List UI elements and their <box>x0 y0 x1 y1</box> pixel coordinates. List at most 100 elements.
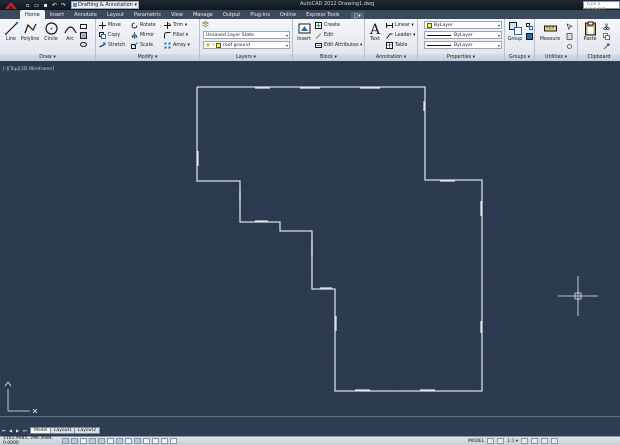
layer-properties-button[interactable] <box>202 20 209 29</box>
layout-tab-layout2[interactable]: Layout2 <box>74 427 101 434</box>
tab-plug-ins[interactable]: Plug-ins <box>245 10 275 19</box>
next-layout-icon[interactable]: ▶ <box>16 428 21 433</box>
trim-button[interactable]: Trim ▾ <box>164 21 187 30</box>
insert-block-button[interactable]: Insert <box>294 21 314 47</box>
leader-button[interactable]: Leader ▾ <box>386 31 415 40</box>
annotation-visibility-icon[interactable] <box>521 438 529 444</box>
hatch-button[interactable] <box>80 31 87 40</box>
id-point-button[interactable] <box>566 42 573 51</box>
paste-button[interactable]: Paste <box>580 21 600 47</box>
model-space-button[interactable]: MODEL <box>468 439 484 444</box>
dyn-toggle[interactable] <box>134 438 141 444</box>
clipboard-panel-title[interactable]: Clipboard <box>578 54 620 61</box>
tab-output[interactable]: Output <box>218 10 245 19</box>
group-button[interactable]: Group <box>505 21 525 47</box>
otrack-toggle[interactable] <box>116 438 123 444</box>
workspace-dropdown[interactable]: Drafting & Annotation ▾ <box>71 1 139 9</box>
linetype-dropdown[interactable]: ByLayer ▾ <box>424 31 502 39</box>
tab-parametric[interactable]: Parametric <box>129 10 166 19</box>
lock-icon[interactable] <box>541 438 549 444</box>
arc-button[interactable]: Arc <box>60 21 80 47</box>
groups-panel-title[interactable]: Groups ▾ <box>505 54 534 61</box>
layers-panel-title[interactable]: Layers ▾ <box>200 54 292 61</box>
edit-block-button[interactable]: Edit <box>315 31 333 40</box>
current-layer-dropdown[interactable]: ◉ ☀ roof ground ▾ <box>203 41 290 49</box>
ellipse-button[interactable] <box>80 40 87 49</box>
move-button[interactable]: Move <box>99 21 121 30</box>
layout-tab-model[interactable]: Model <box>30 427 52 434</box>
ducs-toggle[interactable] <box>125 438 132 444</box>
linear-dimension-button[interactable]: Linear ▾ <box>386 21 414 30</box>
quick-view-layouts-icon[interactable] <box>487 438 495 444</box>
fillet-button[interactable]: Fillet ▾ <box>164 31 188 40</box>
annotation-scale-dropdown[interactable]: 1:1 ▾ <box>507 439 518 444</box>
tab-view[interactable]: View <box>166 10 188 19</box>
text-button[interactable]: A Text <box>365 21 385 47</box>
scale-button[interactable]: Scale <box>131 41 153 50</box>
create-block-button[interactable]: Create <box>315 21 340 30</box>
tab-layout[interactable]: Layout <box>102 10 129 19</box>
stretch-button[interactable]: Stretch <box>99 41 125 50</box>
last-layout-icon[interactable]: ⏭ <box>23 428 28 433</box>
table-button[interactable]: Table <box>386 41 407 50</box>
tab-manage[interactable]: Manage <box>188 10 218 19</box>
mirror-button[interactable]: Mirror <box>131 31 154 40</box>
draw-panel-title[interactable]: Draw ▾ <box>0 54 95 61</box>
utilities-panel-title[interactable]: Utilities ▾ <box>535 54 577 61</box>
quick-select-button[interactable] <box>566 22 573 31</box>
edit-attributes-button[interactable]: Edit Attributes ▾ <box>315 41 362 50</box>
layer-state-dropdown[interactable]: Unsaved Layer State ▾ <box>203 31 290 39</box>
cursor-coordinates[interactable]: 1161.9985, 296.3084, 0.0000 <box>0 436 62 445</box>
lineweight-dropdown[interactable]: ByLayer ▾ <box>424 41 502 49</box>
quick-properties-toggle[interactable] <box>161 438 168 444</box>
polar-toggle[interactable] <box>89 438 96 444</box>
rectangle-button[interactable] <box>80 22 87 31</box>
ungroup-button[interactable] <box>526 22 533 31</box>
tab-express-tools[interactable]: Express Tools <box>301 10 344 19</box>
match-properties-button[interactable] <box>603 42 610 51</box>
calculator-button[interactable] <box>566 32 573 41</box>
measure-button[interactable]: Measure <box>538 21 562 47</box>
save-icon[interactable]: ▪ <box>42 2 49 9</box>
color-dropdown[interactable]: ByLayer ▾ <box>424 21 502 29</box>
annotation-panel-title[interactable]: Annotation ▾ <box>365 54 417 61</box>
osnap-toggle[interactable] <box>98 438 105 444</box>
workspace-switching-icon[interactable] <box>531 438 539 444</box>
snap-toggle[interactable] <box>62 438 69 444</box>
group-edit-button[interactable] <box>526 32 533 41</box>
quick-view-drawings-icon[interactable] <box>497 438 505 444</box>
tab-online[interactable]: Online <box>275 10 301 19</box>
grid-toggle[interactable] <box>71 438 78 444</box>
selection-cycling-toggle[interactable] <box>170 438 177 444</box>
drawing-canvas[interactable]: [-][Top][2D Wireframe] <box>0 61 620 416</box>
polyline-button[interactable]: Polyline <box>19 21 41 47</box>
ribbon-minimize-button[interactable]: □▾ <box>350 12 364 19</box>
first-layout-icon[interactable]: ⏮ <box>2 428 7 433</box>
redo-icon[interactable]: ↷ <box>60 2 67 9</box>
new-file-icon[interactable]: ▫ <box>24 2 31 9</box>
undo-icon[interactable]: ↶ <box>51 2 58 9</box>
tab-insert[interactable]: Insert <box>45 10 69 19</box>
rotate-button[interactable]: Rotate <box>131 21 156 30</box>
copy-button[interactable]: Copy <box>99 31 120 40</box>
tab-home[interactable]: Home <box>20 10 45 19</box>
open-file-icon[interactable]: ▭ <box>33 2 40 9</box>
ortho-toggle[interactable] <box>80 438 87 444</box>
tab-annotate[interactable]: Annotate <box>69 10 102 19</box>
block-panel-title[interactable]: Block ▾ <box>293 54 364 61</box>
cut-button[interactable] <box>603 22 610 31</box>
lineweight-toggle[interactable] <box>143 438 150 444</box>
copy-clip-button[interactable] <box>603 32 610 41</box>
modify-panel-title[interactable]: Modify ▾ <box>96 54 199 61</box>
layout-tab-layout1[interactable]: Layout1 <box>50 427 77 434</box>
properties-panel-title[interactable]: Properties ▾ <box>418 54 504 61</box>
previous-layout-icon[interactable]: ◀ <box>9 428 14 433</box>
circle-button[interactable]: Circle <box>41 21 61 47</box>
search-input[interactable]: Type a keyword <box>583 1 620 12</box>
transparency-toggle[interactable] <box>152 438 159 444</box>
clean-screen-icon[interactable] <box>551 438 559 444</box>
3d-osnap-toggle[interactable] <box>107 438 114 444</box>
line-button[interactable]: Line <box>1 21 21 47</box>
application-menu-button[interactable] <box>0 0 22 10</box>
array-button[interactable]: Array ▾ <box>164 41 190 50</box>
